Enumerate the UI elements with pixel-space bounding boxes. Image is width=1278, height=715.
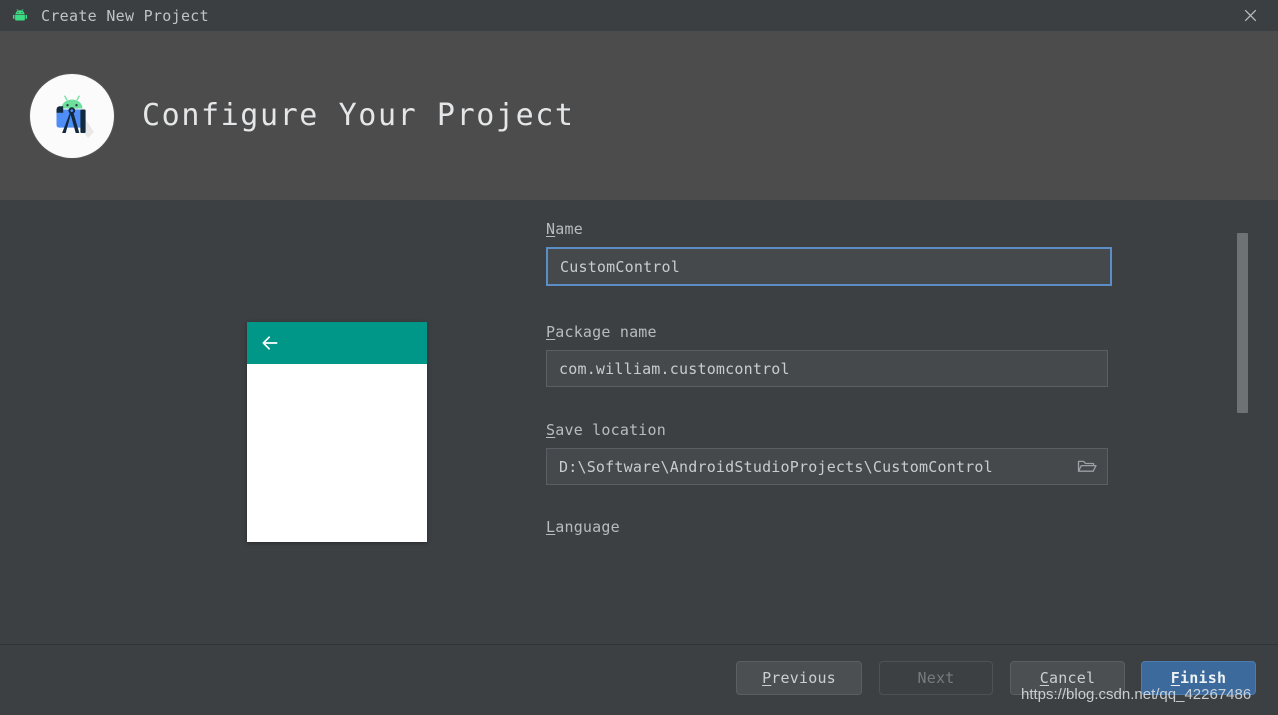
- window-title: Create New Project: [41, 6, 209, 25]
- android-studio-logo-icon: [30, 73, 114, 158]
- save-location-input[interactable]: D:\Software\AndroidStudioProjects\Custom…: [546, 448, 1108, 485]
- previous-button[interactable]: Previous: [736, 661, 862, 695]
- preview-appbar: [247, 322, 427, 364]
- back-arrow-icon: [259, 332, 281, 354]
- field-group-language: Language: [546, 518, 620, 545]
- dialog-footer: Previous Next Cancel Finish: [0, 645, 1278, 715]
- finish-button-mnemonic: F: [1170, 669, 1181, 687]
- label-package-name: Package name: [546, 323, 1108, 341]
- field-group-save-location: Save location D:\Software\AndroidStudioP…: [546, 421, 1108, 485]
- save-location-input-value: D:\Software\AndroidStudioProjects\Custom…: [559, 457, 993, 476]
- page-title: Configure Your Project: [142, 98, 575, 133]
- android-robot-icon: [11, 7, 29, 25]
- label-package-name-rest: ackage name: [555, 323, 657, 341]
- dialog-body: Name CustomControl Package name com.will…: [0, 200, 1278, 644]
- package-name-input-value: com.william.customcontrol: [559, 359, 790, 378]
- create-new-project-dialog: Create New Project Configure Your Projec…: [0, 0, 1278, 715]
- finish-button[interactable]: Finish: [1141, 661, 1256, 695]
- field-group-package-name: Package name com.william.customcontrol: [546, 323, 1108, 387]
- finish-button-label: inish: [1180, 669, 1227, 687]
- cancel-button-label: ancel: [1049, 669, 1096, 687]
- label-name-mnemonic: N: [546, 220, 556, 238]
- name-input-value: CustomControl: [560, 257, 680, 276]
- label-save-location: Save location: [546, 421, 1108, 439]
- window-titlebar: Create New Project: [0, 0, 1278, 31]
- previous-button-mnemonic: P: [762, 669, 772, 687]
- cancel-button[interactable]: Cancel: [1010, 661, 1125, 695]
- label-save-location-mnemonic: S: [546, 421, 556, 439]
- cancel-button-mnemonic: C: [1039, 669, 1050, 687]
- field-group-name: Name CustomControl: [546, 220, 1112, 286]
- label-language-mnemonic: L: [546, 518, 556, 536]
- close-icon[interactable]: [1222, 0, 1278, 31]
- previous-button-label: revious: [771, 669, 836, 687]
- package-name-input[interactable]: com.william.customcontrol: [546, 350, 1108, 387]
- label-package-name-mnemonic: P: [546, 323, 556, 341]
- vertical-scrollbar[interactable]: [1237, 220, 1248, 630]
- label-name: Name: [546, 220, 1112, 238]
- scrollbar-thumb[interactable]: [1237, 233, 1248, 413]
- label-name-rest: ame: [555, 220, 583, 238]
- name-input[interactable]: CustomControl: [546, 247, 1112, 286]
- label-save-location-rest: ave location: [555, 421, 667, 439]
- preview-content-area: [247, 364, 427, 542]
- dialog-header: Configure Your Project: [0, 31, 1278, 200]
- next-button[interactable]: Next: [879, 661, 993, 695]
- next-button-label: Next: [917, 669, 955, 687]
- label-language: Language: [546, 518, 620, 536]
- label-language-rest: anguage: [555, 518, 620, 536]
- activity-preview: [247, 322, 427, 542]
- folder-open-icon[interactable]: [1068, 450, 1106, 483]
